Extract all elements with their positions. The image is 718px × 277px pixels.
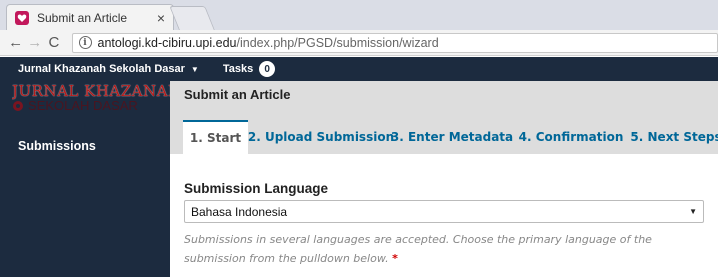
page-title: Submit an Article xyxy=(184,86,291,102)
dropdown-arrow-icon: ▼ xyxy=(689,207,697,216)
wizard-tabs: 1. Start 2. Upload Submission 3. Enter M… xyxy=(170,107,718,154)
new-tab-button[interactable] xyxy=(169,6,215,30)
reload-icon[interactable]: C xyxy=(44,34,63,51)
forward-arrow-icon[interactable]: → xyxy=(25,34,44,51)
tasks-count-badge: 0 xyxy=(259,61,276,77)
address-bar[interactable]: i antologi.kd-cibiru.upi.edu/index.php/P… xyxy=(71,32,718,53)
tab-upload-submission[interactable]: 2. Upload Submission xyxy=(248,120,394,154)
logo-line-2: SEKOLAH DASAR xyxy=(12,99,172,113)
browser-navbar: ← → C i antologi.kd-cibiru.upi.edu/index… xyxy=(0,30,718,56)
address-bar-url: antologi.kd-cibiru.upi.edu/index.php/PGS… xyxy=(97,35,439,50)
site-info-icon[interactable]: i xyxy=(78,36,92,49)
selected-language: Bahasa Indonesia xyxy=(191,204,288,219)
language-help-text: Submissions in several languages are acc… xyxy=(184,233,652,265)
journal-switcher[interactable]: Jurnal Khazanah Sekolah Dasar xyxy=(18,63,185,75)
ojs-favicon-icon xyxy=(15,10,29,25)
tab-confirmation[interactable]: 4. Confirmation xyxy=(519,120,624,154)
back-arrow-icon[interactable]: ← xyxy=(6,34,25,51)
sidebar-item-submissions[interactable]: Submissions xyxy=(18,139,96,153)
tab-next-steps[interactable]: 5. Next Steps xyxy=(630,120,718,154)
browser-tab-title: Submit an Article xyxy=(37,10,128,25)
wizard-step-panel: Submission Language Bahasa Indonesia ▼ S… xyxy=(170,154,718,277)
page-header: Submit an Article xyxy=(170,81,718,107)
tasks-button[interactable]: Tasks 0 xyxy=(222,61,276,77)
tasks-label: Tasks xyxy=(222,63,254,75)
required-mark: * xyxy=(392,252,398,265)
logo-line-1: JURNAL KHAZANAH xyxy=(12,83,172,100)
sidebar: JURNAL KHAZANAH SEKOLAH DASAR Submission… xyxy=(0,81,172,277)
journal-logo[interactable]: JURNAL KHAZANAH SEKOLAH DASAR xyxy=(12,83,172,115)
tab-enter-metadata[interactable]: 3. Enter Metadata xyxy=(391,120,513,154)
tab-start[interactable]: 1. Start xyxy=(183,120,248,154)
app-top-bar: Jurnal Khazanah Sekolah Dasar ▼ Tasks 0 xyxy=(0,57,718,81)
submission-language-select[interactable]: Bahasa Indonesia ▼ xyxy=(184,200,704,223)
browser-tab[interactable]: Submit an Article × xyxy=(6,4,174,30)
submission-language-label: Submission Language xyxy=(184,181,329,196)
emblem-icon xyxy=(13,101,23,111)
browser-tab-strip: Submit an Article × xyxy=(0,0,718,30)
close-tab-icon[interactable]: × xyxy=(157,10,165,26)
chevron-down-icon[interactable]: ▼ xyxy=(191,65,199,74)
